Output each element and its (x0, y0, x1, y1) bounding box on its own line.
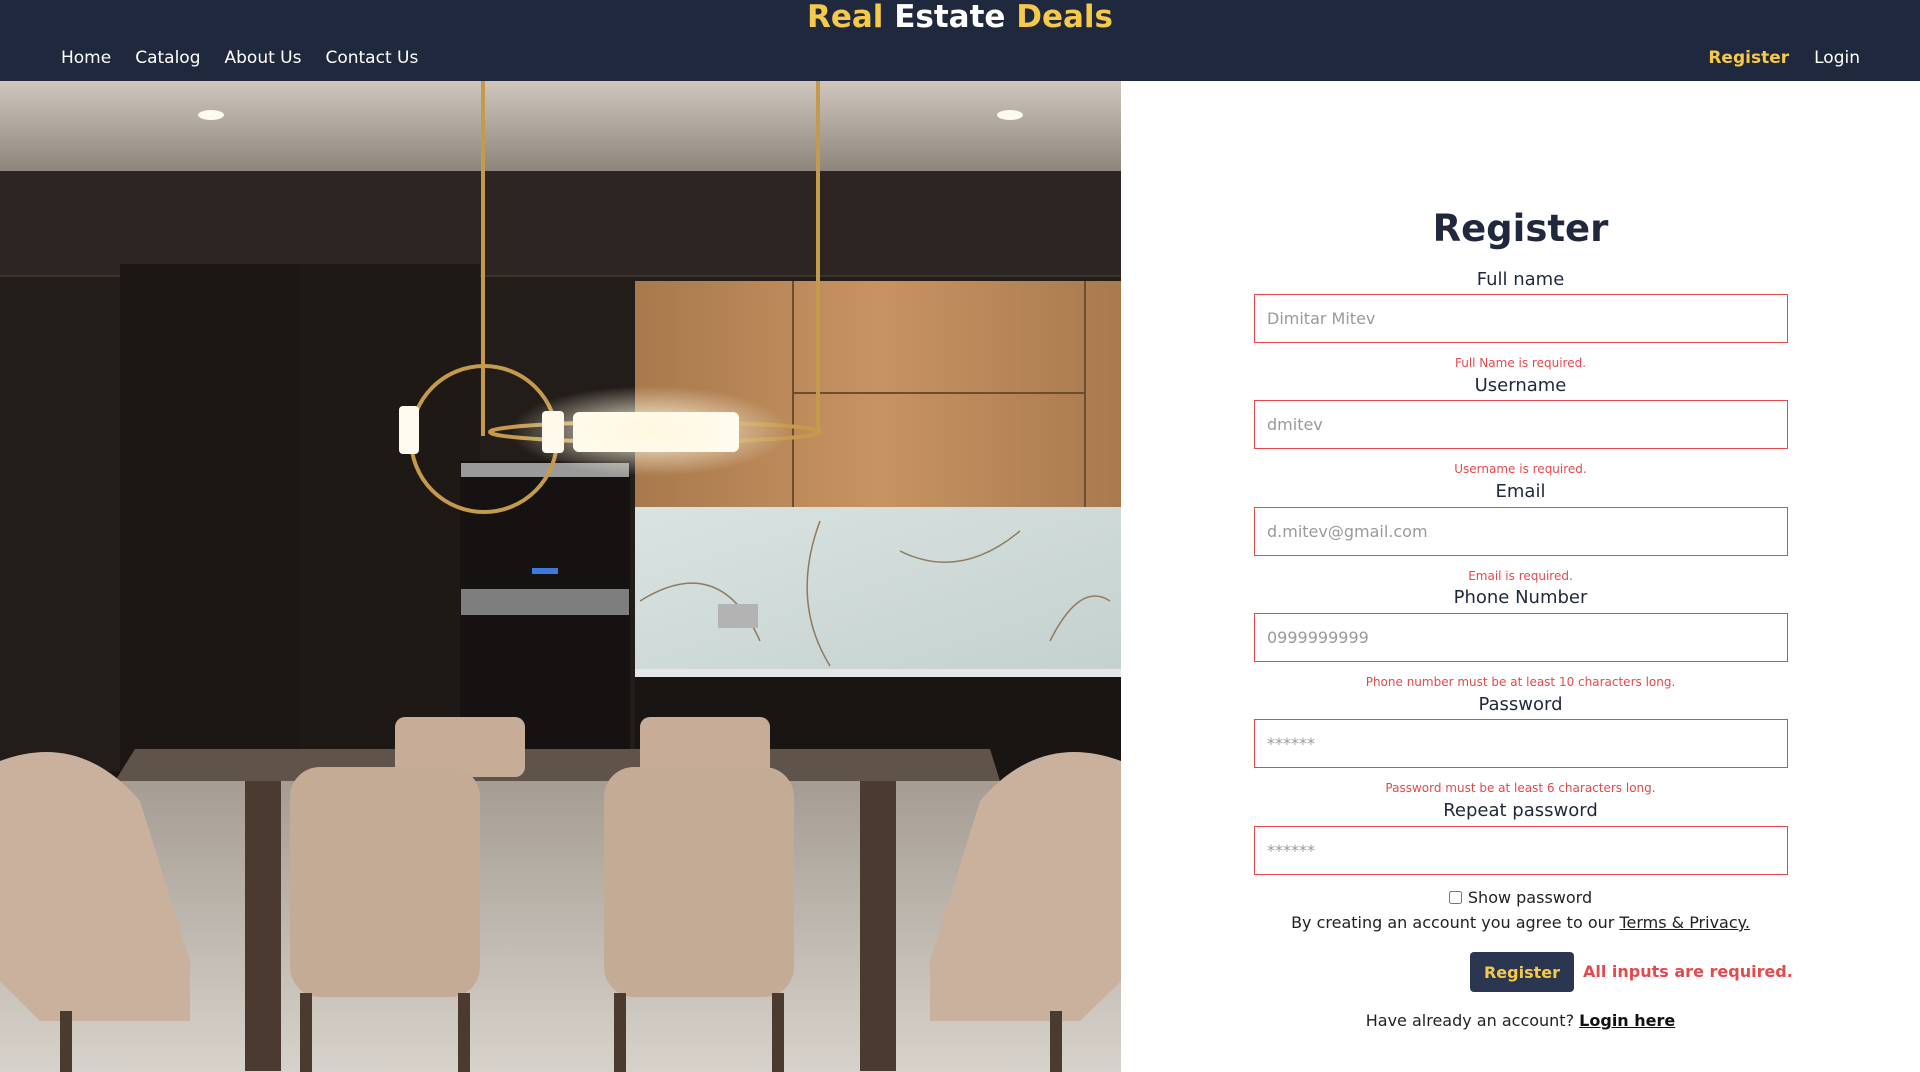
password-error: Password must be at least 6 characters l… (1385, 781, 1656, 795)
show-password-checkbox[interactable] (1448, 891, 1462, 904)
fullname-input[interactable] (1254, 294, 1788, 343)
register-form: Register Full name Full Name is required… (1121, 81, 1920, 1072)
brand-word-estate: Estate (894, 0, 1006, 35)
nav-home[interactable]: Home (61, 45, 111, 71)
login-here-link[interactable]: Login here (1579, 1011, 1675, 1030)
email-input[interactable] (1254, 507, 1788, 556)
terms-privacy-link[interactable]: Terms & Privacy. (1619, 913, 1750, 932)
auth-nav: Register Login (1683, 45, 1860, 71)
nav-about-us[interactable]: About Us (225, 45, 302, 71)
submit-row: Register All inputs are required. (1121, 952, 1920, 992)
terms-text: By creating an account you agree to our … (1121, 913, 1920, 933)
register-submit-button[interactable]: Register (1470, 952, 1574, 992)
dining-room-illustration (0, 81, 1121, 1072)
email-label: Email (1495, 481, 1546, 502)
hero-kitchen-image (0, 81, 1121, 1072)
terms-prefix: By creating an account you agree to our (1291, 913, 1615, 932)
form-title: Register (1432, 207, 1609, 250)
nav-catalog[interactable]: Catalog (135, 45, 200, 71)
username-error: Username is required. (1454, 462, 1587, 476)
username-label: Username (1474, 375, 1567, 396)
username-input[interactable] (1254, 400, 1788, 449)
fullname-error: Full Name is required. (1454, 356, 1587, 370)
phone-error: Phone number must be at least 10 charact… (1365, 675, 1676, 689)
phone-input[interactable] (1254, 613, 1788, 662)
fullname-label: Full name (1476, 269, 1565, 290)
repeat-password-label: Repeat password (1443, 800, 1598, 821)
nav-login[interactable]: Login (1814, 45, 1860, 71)
login-prompt: Have already an account? Login here (1121, 1011, 1920, 1031)
repeat-password-input[interactable] (1254, 826, 1788, 875)
top-navbar: Real Estate Deals Home Catalog About Us … (0, 0, 1920, 81)
password-label: Password (1478, 694, 1563, 715)
brand-logo[interactable]: Real Estate Deals (0, 0, 1920, 34)
phone-label: Phone Number (1453, 587, 1588, 608)
show-password-row: Show password (1121, 888, 1920, 908)
brand-word-deals: Deals (1016, 0, 1114, 35)
password-input[interactable] (1254, 719, 1788, 768)
login-prompt-text: Have already an account? (1365, 1011, 1575, 1030)
show-password-label: Show password (1467, 888, 1593, 907)
brand-word-real: Real (806, 0, 884, 35)
nav-register[interactable]: Register (1708, 45, 1789, 71)
email-error: Email is required. (1468, 569, 1573, 583)
main-nav: Home Catalog About Us Contact Us (61, 45, 442, 71)
nav-contact-us[interactable]: Contact Us (325, 45, 418, 71)
form-error-message: All inputs are required. (1583, 962, 1793, 981)
